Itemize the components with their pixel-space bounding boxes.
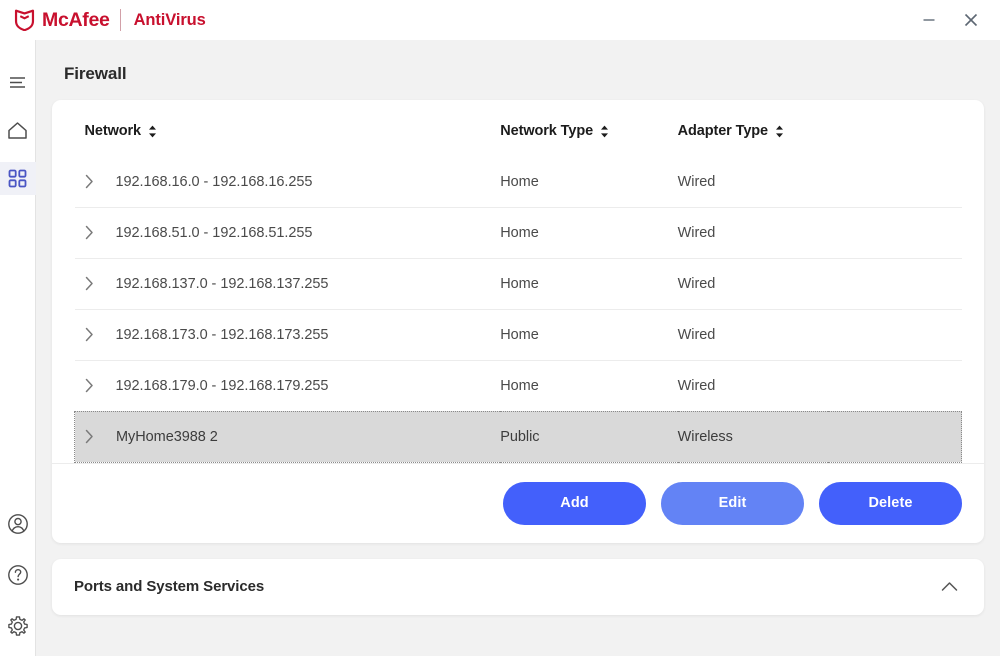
- sidebar-item-account[interactable]: [0, 507, 36, 540]
- chevron-right-icon[interactable]: [85, 429, 94, 444]
- chevron-up-icon[interactable]: [941, 581, 958, 592]
- table-row[interactable]: MyHome3988 2 PublicWireless: [75, 411, 962, 462]
- network-name: 192.168.137.0 - 192.168.137.255: [116, 276, 329, 292]
- page-title: Firewall: [52, 40, 984, 100]
- ports-and-system-services-accordion[interactable]: Ports and System Services: [52, 559, 984, 615]
- sidebar: [0, 40, 36, 656]
- cell-adapter-type: Wired: [678, 360, 829, 411]
- cell-network-type: Home: [500, 207, 677, 258]
- cell-adapter-type: Wired: [678, 258, 829, 309]
- table-row[interactable]: 192.168.179.0 - 192.168.179.255 HomeWired: [75, 360, 962, 411]
- settings-gear-icon: [7, 615, 29, 637]
- grid-apps-icon: [8, 169, 27, 188]
- sidebar-item-settings[interactable]: [0, 609, 36, 642]
- cell-adapter-type: Wireless: [678, 411, 829, 462]
- column-header-spacer: [828, 100, 961, 157]
- cell-network[interactable]: MyHome3988 2: [75, 411, 501, 462]
- network-name: 192.168.16.0 - 192.168.16.255: [116, 174, 313, 190]
- cell-spacer: [828, 309, 961, 360]
- app-shell: Firewall Network: [0, 40, 1000, 656]
- edit-button[interactable]: Edit: [661, 482, 804, 525]
- network-name: 192.168.51.0 - 192.168.51.255: [116, 225, 313, 241]
- main-content: Firewall Network: [36, 40, 1000, 656]
- table-header-row: Network Network Type: [75, 100, 962, 157]
- product-name: AntiVirus: [134, 11, 206, 30]
- sort-updown-icon[interactable]: [600, 125, 609, 138]
- window-controls: [912, 5, 988, 35]
- cell-spacer: [828, 207, 961, 258]
- titlebar: McAfee AntiVirus: [0, 0, 1000, 40]
- chevron-right-icon[interactable]: [85, 276, 94, 291]
- chevron-right-icon[interactable]: [85, 174, 94, 189]
- cell-network[interactable]: 192.168.137.0 - 192.168.137.255: [75, 258, 501, 309]
- sidebar-item-features[interactable]: [0, 162, 36, 195]
- chevron-right-icon[interactable]: [85, 378, 94, 393]
- sidebar-item-help[interactable]: [0, 558, 36, 591]
- networks-table-wrap: Network Network Type: [52, 100, 984, 463]
- cell-network-type: Home: [500, 309, 677, 360]
- add-button[interactable]: Add: [503, 482, 646, 525]
- cell-network-type: Home: [500, 258, 677, 309]
- network-name: MyHome3988 2: [116, 429, 218, 445]
- sort-updown-icon[interactable]: [775, 125, 784, 138]
- minimize-icon: [921, 12, 937, 28]
- cell-spacer: [828, 157, 961, 208]
- table-row[interactable]: 192.168.137.0 - 192.168.137.255 HomeWired: [75, 258, 962, 309]
- cell-network-type: Home: [500, 360, 677, 411]
- sidebar-item-home[interactable]: [0, 114, 36, 147]
- brand-logo: McAfee: [14, 9, 110, 32]
- close-button[interactable]: [954, 5, 988, 35]
- network-name: 192.168.179.0 - 192.168.179.255: [116, 378, 329, 394]
- accordion-title: Ports and System Services: [74, 578, 264, 595]
- cell-network[interactable]: 192.168.173.0 - 192.168.173.255: [75, 309, 501, 360]
- sidebar-bottom-group: [0, 507, 36, 656]
- sort-updown-icon[interactable]: [148, 125, 157, 138]
- minimize-button[interactable]: [912, 5, 946, 35]
- cell-adapter-type: Wired: [678, 207, 829, 258]
- table-header: Network Network Type: [75, 100, 962, 157]
- mcafee-shield-icon: [14, 9, 35, 31]
- home-icon: [7, 121, 28, 140]
- hamburger-menu-icon: [8, 75, 27, 90]
- column-header-network[interactable]: Network: [75, 100, 501, 157]
- cell-network[interactable]: 192.168.16.0 - 192.168.16.255: [75, 157, 501, 208]
- cell-network[interactable]: 192.168.179.0 - 192.168.179.255: [75, 360, 501, 411]
- brand-name: McAfee: [42, 9, 110, 32]
- column-header-network-type[interactable]: Network Type: [500, 100, 677, 157]
- table-actions: Add Edit Delete: [52, 463, 984, 543]
- table-row[interactable]: 192.168.16.0 - 192.168.16.255 HomeWired: [75, 157, 962, 208]
- chevron-right-icon[interactable]: [85, 225, 94, 240]
- cell-spacer: [828, 411, 961, 462]
- table-row[interactable]: 192.168.51.0 - 192.168.51.255 HomeWired: [75, 207, 962, 258]
- cell-adapter-type: Wired: [678, 157, 829, 208]
- cell-network-type: Public: [500, 411, 677, 462]
- cell-adapter-type: Wired: [678, 309, 829, 360]
- firewall-networks-card: Network Network Type: [52, 100, 984, 543]
- column-header-adapter-type-label: Adapter Type: [678, 122, 768, 141]
- cell-spacer: [828, 360, 961, 411]
- networks-table: Network Network Type: [74, 100, 962, 463]
- table-row[interactable]: 192.168.173.0 - 192.168.173.255 HomeWired: [75, 309, 962, 360]
- column-header-adapter-type[interactable]: Adapter Type: [678, 100, 829, 157]
- column-header-network-label: Network: [85, 122, 142, 141]
- cell-network-type: Home: [500, 157, 677, 208]
- delete-button[interactable]: Delete: [819, 482, 962, 525]
- brand-divider: [120, 9, 121, 31]
- help-icon: [7, 564, 29, 586]
- network-name: 192.168.173.0 - 192.168.173.255: [116, 327, 329, 343]
- chevron-right-icon[interactable]: [85, 327, 94, 342]
- close-icon: [962, 11, 980, 29]
- table-body: 192.168.16.0 - 192.168.16.255HomeWired19…: [75, 157, 962, 463]
- sidebar-item-menu[interactable]: [0, 66, 36, 99]
- account-icon: [7, 513, 29, 535]
- column-header-network-type-label: Network Type: [500, 122, 593, 141]
- cell-spacer: [828, 258, 961, 309]
- cell-network[interactable]: 192.168.51.0 - 192.168.51.255: [75, 207, 501, 258]
